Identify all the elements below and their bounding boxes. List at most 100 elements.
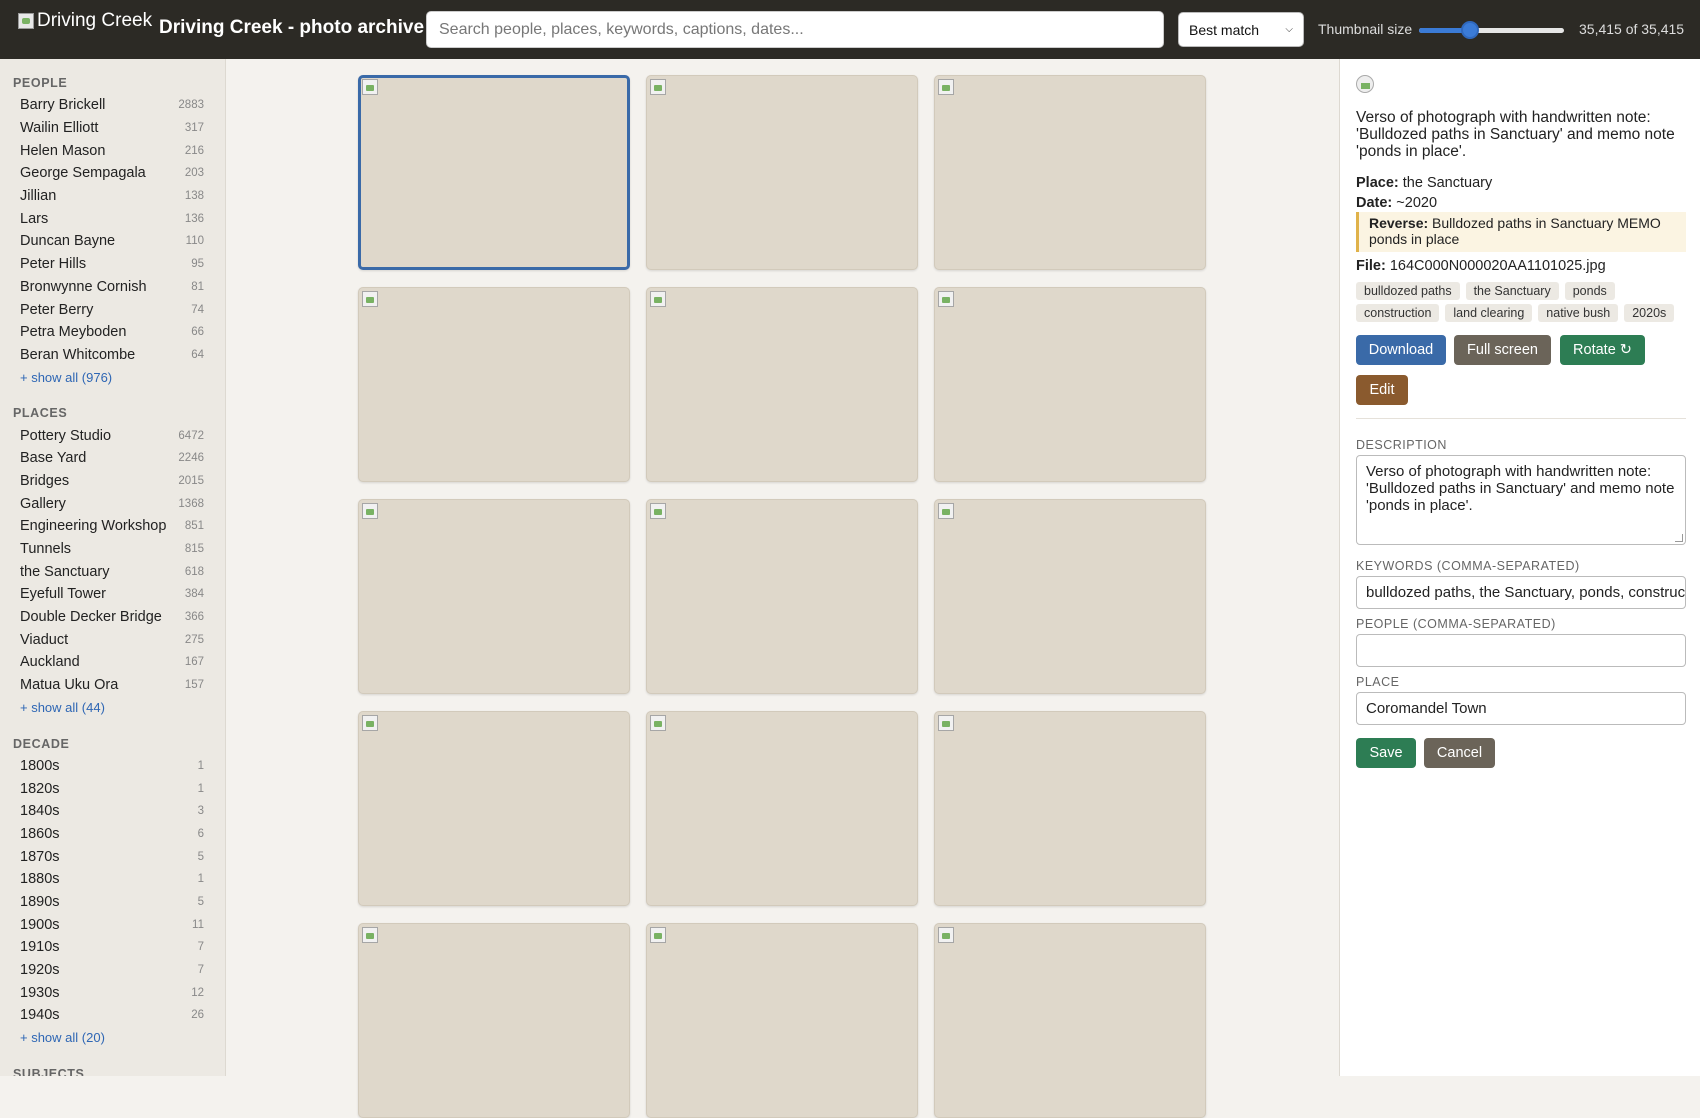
photo-thumbnail[interactable] xyxy=(646,499,918,694)
resize-handle-icon[interactable] xyxy=(1675,534,1683,542)
cancel-button[interactable]: Cancel xyxy=(1424,738,1495,768)
facet-item[interactable]: 1820s 1 xyxy=(0,777,225,800)
facet-item[interactable]: Peter Berry 74 xyxy=(0,298,225,321)
people-label: PEOPLE (COMMA-SEPARATED) xyxy=(1356,617,1556,631)
show-all-link[interactable]: + show all (20) xyxy=(0,1027,225,1049)
facet-count: 12 xyxy=(191,986,204,999)
place-meta-label: Place: xyxy=(1356,175,1399,191)
keywords-input[interactable]: bulldozed paths, the Sanctuary, ponds, c… xyxy=(1356,576,1686,609)
photo-thumbnail[interactable] xyxy=(646,923,918,1118)
facet-item[interactable]: 1940s 26 xyxy=(0,1004,225,1027)
photo-thumbnail[interactable] xyxy=(358,75,630,270)
facet-item[interactable]: 1930s 12 xyxy=(0,981,225,1004)
facet-item[interactable]: 1890s 5 xyxy=(0,891,225,914)
show-all-link[interactable]: + show all (44) xyxy=(0,697,225,719)
keyword-tag[interactable]: bulldozed paths xyxy=(1356,282,1460,300)
facet-count: 317 xyxy=(184,122,204,135)
facet-label: 1840s xyxy=(20,803,60,820)
search-input[interactable] xyxy=(426,11,1164,48)
facet-item[interactable]: 1880s 1 xyxy=(0,868,225,891)
sort-select[interactable]: Best match ⌵ xyxy=(1178,12,1304,47)
photo-thumbnail[interactable] xyxy=(934,923,1206,1118)
place-meta: Place: the Sanctuary xyxy=(1356,175,1492,191)
facet-count: 81 xyxy=(191,280,204,293)
facet-item[interactable]: Petra Meyboden 66 xyxy=(0,321,225,344)
photo-thumbnail[interactable] xyxy=(646,287,918,482)
facet-item[interactable]: 1840s 3 xyxy=(0,800,225,823)
slider-handle[interactable] xyxy=(1460,21,1479,39)
facet-item[interactable]: 1870s 5 xyxy=(0,845,225,868)
facet-item[interactable]: 1800s 1 xyxy=(0,755,225,778)
facet-item[interactable]: Base Yard 2246 xyxy=(0,447,225,470)
thumbnail-size-slider[interactable] xyxy=(1419,21,1564,39)
facet-item[interactable]: 1920s 7 xyxy=(0,959,225,982)
facet-count: 1 xyxy=(197,782,204,795)
photo-thumbnail[interactable] xyxy=(934,75,1206,270)
keyword-tag[interactable]: 2020s xyxy=(1624,304,1675,322)
facet-item[interactable]: 1860s 6 xyxy=(0,823,225,846)
date-meta-label: Date: xyxy=(1356,195,1393,211)
photo-thumbnail[interactable] xyxy=(358,287,630,482)
photo-thumbnail[interactable] xyxy=(934,499,1206,694)
photo-thumbnail[interactable] xyxy=(358,711,630,906)
keyword-tag[interactable]: native bush xyxy=(1538,304,1619,322)
photo-thumbnail[interactable] xyxy=(358,499,630,694)
place-label: PLACE xyxy=(1356,675,1400,689)
facet-label: 1930s xyxy=(20,984,60,1001)
facet-item[interactable]: George Sempagala 203 xyxy=(0,162,225,185)
facet-count: 95 xyxy=(191,258,204,271)
place-input[interactable]: Coromandel Town xyxy=(1356,692,1686,725)
facet-item[interactable]: Wailin Elliott 317 xyxy=(0,117,225,140)
photo-thumbnail[interactable] xyxy=(934,287,1206,482)
facet-item[interactable]: Engineering Workshop 851 xyxy=(0,515,225,538)
photo-thumbnail[interactable] xyxy=(358,923,630,1118)
facet-item[interactable]: 1900s 11 xyxy=(0,913,225,936)
facet-item[interactable]: Lars 136 xyxy=(0,207,225,230)
preview-image-icon[interactable] xyxy=(1356,75,1374,93)
facet-item[interactable]: the Sanctuary 618 xyxy=(0,560,225,583)
photo-caption: Verso of photograph with handwritten not… xyxy=(1356,109,1675,160)
people-input[interactable] xyxy=(1356,634,1686,667)
facet-item[interactable]: Tunnels 815 xyxy=(0,538,225,561)
file-meta-label: File: xyxy=(1356,258,1386,274)
facet-item[interactable]: Matua Uku Ora 157 xyxy=(0,674,225,697)
rotate-button[interactable]: Rotate ↻ xyxy=(1560,335,1645,365)
facet-item[interactable]: Gallery 1368 xyxy=(0,492,225,515)
facet-item[interactable]: Beran Whitcombe 64 xyxy=(0,344,225,367)
keyword-tag[interactable]: ponds xyxy=(1564,282,1615,300)
facet-label: Matua Uku Ora xyxy=(20,677,119,694)
photo-thumbnail[interactable] xyxy=(646,75,918,270)
facet-count: 74 xyxy=(191,303,204,316)
facet-item[interactable]: Auckland 167 xyxy=(0,651,225,674)
logo[interactable]: Driving Creek xyxy=(18,10,152,32)
facet-item[interactable]: Peter Hills 95 xyxy=(0,253,225,276)
show-all-link[interactable]: + show all (976) xyxy=(0,366,225,388)
result-count: 35,415 of 35,415 xyxy=(1579,21,1685,37)
photo-thumbnail[interactable] xyxy=(934,711,1206,906)
facet-item[interactable]: Helen Mason 216 xyxy=(0,139,225,162)
facet-label: Pottery Studio xyxy=(20,427,112,444)
fullscreen-button[interactable]: Full screen xyxy=(1454,335,1551,365)
facet-count: 1368 xyxy=(178,497,204,510)
facet-item[interactable]: Bridges 2015 xyxy=(0,470,225,493)
facet-item[interactable]: Viaduct 275 xyxy=(0,628,225,651)
edit-button[interactable]: Edit xyxy=(1356,375,1408,405)
section-title-subjects: SUBJECTS xyxy=(13,1066,85,1076)
keyword-tag[interactable]: land clearing xyxy=(1445,304,1533,322)
download-button[interactable]: Download xyxy=(1356,335,1446,365)
description-textarea[interactable]: Verso of photograph with handwritten not… xyxy=(1356,455,1686,545)
facet-label: Helen Mason xyxy=(20,142,106,159)
facet-item[interactable]: 1910s 7 xyxy=(0,936,225,959)
facet-item[interactable]: Pottery Studio 6472 xyxy=(0,424,225,447)
save-button[interactable]: Save xyxy=(1356,738,1416,768)
facet-item[interactable]: Barry Brickell 2883 xyxy=(0,94,225,117)
facet-item[interactable]: Double Decker Bridge 366 xyxy=(0,606,225,629)
keyword-tag[interactable]: construction xyxy=(1356,304,1440,322)
facet-item[interactable]: Eyefull Tower 384 xyxy=(0,583,225,606)
photo-thumbnail[interactable] xyxy=(646,711,918,906)
facet-item[interactable]: Jillian 138 xyxy=(0,185,225,208)
facet-item[interactable]: Bronwynne Cornish 81 xyxy=(0,276,225,299)
keyword-tag[interactable]: the Sanctuary xyxy=(1465,282,1559,300)
facet-item[interactable]: Duncan Bayne 110 xyxy=(0,230,225,253)
facet-count: 26 xyxy=(191,1009,204,1022)
